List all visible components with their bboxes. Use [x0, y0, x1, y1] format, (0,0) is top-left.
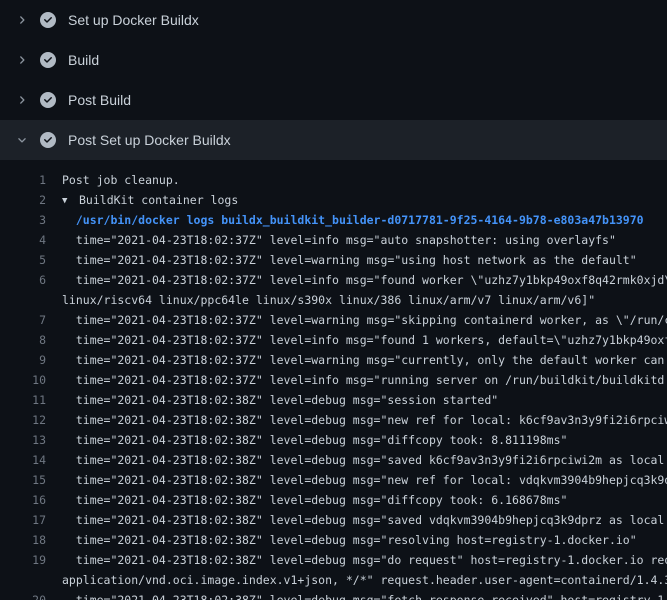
line-number[interactable]: 4 — [0, 230, 46, 250]
log-line: 18 time="2021-04-23T18:02:38Z" level=deb… — [0, 530, 667, 550]
chevron-icon — [14, 12, 30, 28]
line-number[interactable]: 17 — [0, 510, 46, 530]
line-text: time="2021-04-23T18:02:38Z" level=debug … — [46, 410, 667, 430]
log-line: 9 time="2021-04-23T18:02:37Z" level=warn… — [0, 350, 667, 370]
line-number[interactable]: 6 — [0, 270, 46, 290]
line-number[interactable]: 14 — [0, 450, 46, 470]
log-line: application/vnd.oci.image.index.v1+json,… — [0, 570, 667, 590]
chevron-icon — [14, 52, 30, 68]
log-line: 20 time="2021-04-23T18:02:38Z" level=deb… — [0, 590, 667, 600]
chevron-icon — [14, 92, 30, 108]
log-line: 8 time="2021-04-23T18:02:37Z" level=info… — [0, 330, 667, 350]
log-line: 11 time="2021-04-23T18:02:38Z" level=deb… — [0, 390, 667, 410]
log-line: 12 time="2021-04-23T18:02:38Z" level=deb… — [0, 410, 667, 430]
line-number[interactable]: 12 — [0, 410, 46, 430]
step-row[interactable]: Post Build — [0, 80, 667, 120]
line-text: time="2021-04-23T18:02:37Z" level=info m… — [46, 370, 667, 390]
check-circle-icon — [40, 12, 56, 28]
log-line: 16 time="2021-04-23T18:02:38Z" level=deb… — [0, 490, 667, 510]
line-number[interactable]: 1 — [0, 170, 46, 190]
check-circle-icon — [40, 132, 56, 148]
log-line: 6 time="2021-04-23T18:02:37Z" level=info… — [0, 270, 667, 290]
log-group-line: 2 ▼ BuildKit container logs — [0, 190, 667, 210]
step-row[interactable]: Post Set up Docker Buildx — [0, 120, 667, 160]
log-line: 4 time="2021-04-23T18:02:37Z" level=info… — [0, 230, 667, 250]
line-text: ▼ BuildKit container logs — [46, 190, 238, 210]
log-line: 14 time="2021-04-23T18:02:38Z" level=deb… — [0, 450, 667, 470]
log-line: 3 /usr/bin/docker logs buildx_buildkit_b… — [0, 210, 667, 230]
group-title[interactable]: BuildKit container logs — [79, 193, 238, 207]
line-text: time="2021-04-23T18:02:38Z" level=debug … — [46, 550, 667, 570]
line-number[interactable]: 3 — [0, 210, 46, 230]
line-number[interactable]: 11 — [0, 390, 46, 410]
chevron-right-icon — [17, 15, 27, 25]
log-output: 1 Post job cleanup. 2 ▼ BuildKit containe… — [0, 160, 667, 600]
step-list: Set up Docker Buildx Build — [0, 0, 667, 160]
line-text: time="2021-04-23T18:02:37Z" level=warnin… — [46, 310, 667, 330]
log-line: linux/riscv64 linux/ppc64le linux/s390x … — [0, 290, 667, 310]
line-text: time="2021-04-23T18:02:38Z" level=debug … — [46, 470, 667, 490]
chevron-right-icon — [17, 55, 27, 65]
log-line: 13 time="2021-04-23T18:02:38Z" level=deb… — [0, 430, 667, 450]
line-number[interactable]: 7 — [0, 310, 46, 330]
line-text: time="2021-04-23T18:02:37Z" level=info m… — [46, 330, 667, 350]
check-circle-icon — [40, 92, 56, 108]
line-text: Post job cleanup. — [46, 170, 180, 190]
log-line: 17 time="2021-04-23T18:02:38Z" level=deb… — [0, 510, 667, 530]
line-text: time="2021-04-23T18:02:38Z" level=debug … — [46, 530, 637, 550]
line-text: linux/riscv64 linux/ppc64le linux/s390x … — [46, 290, 595, 310]
line-number[interactable]: 16 — [0, 490, 46, 510]
line-text: time="2021-04-23T18:02:38Z" level=debug … — [46, 590, 667, 600]
line-number[interactable]: 8 — [0, 330, 46, 350]
line-number[interactable] — [0, 570, 46, 590]
check-circle-icon — [40, 52, 56, 68]
line-number[interactable] — [0, 290, 46, 310]
line-text: application/vnd.oci.image.index.v1+json,… — [46, 570, 667, 590]
chevron-right-icon — [17, 95, 27, 105]
line-number[interactable]: 5 — [0, 250, 46, 270]
step-label: Set up Docker Buildx — [68, 12, 199, 28]
log-line: 5 time="2021-04-23T18:02:37Z" level=warn… — [0, 250, 667, 270]
step-row[interactable]: Set up Docker Buildx — [0, 0, 667, 40]
line-number[interactable]: 18 — [0, 530, 46, 550]
chevron-icon — [14, 132, 30, 148]
log-line: 19 time="2021-04-23T18:02:38Z" level=deb… — [0, 550, 667, 570]
step-row[interactable]: Build — [0, 40, 667, 80]
line-text: time="2021-04-23T18:02:38Z" level=debug … — [46, 510, 667, 530]
log-line: 7 time="2021-04-23T18:02:37Z" level=warn… — [0, 310, 667, 330]
line-number[interactable]: 20 — [0, 590, 46, 600]
log-line: 10 time="2021-04-23T18:02:37Z" level=inf… — [0, 370, 667, 390]
step-label: Post Set up Docker Buildx — [68, 132, 231, 148]
step-label: Post Build — [68, 92, 131, 108]
log-line: 1 Post job cleanup. — [0, 170, 667, 190]
line-number[interactable]: 19 — [0, 550, 46, 570]
line-text: time="2021-04-23T18:02:38Z" level=debug … — [46, 390, 498, 410]
line-text: /usr/bin/docker logs buildx_buildkit_bui… — [46, 210, 644, 230]
line-number[interactable]: 2 — [0, 190, 46, 210]
step-label: Build — [68, 52, 99, 68]
line-number[interactable]: 10 — [0, 370, 46, 390]
chevron-down-icon — [17, 135, 27, 145]
line-text: time="2021-04-23T18:02:37Z" level=info m… — [46, 270, 667, 290]
line-number[interactable]: 13 — [0, 430, 46, 450]
line-number[interactable]: 15 — [0, 470, 46, 490]
line-text: time="2021-04-23T18:02:37Z" level=info m… — [46, 230, 616, 250]
line-number[interactable]: 9 — [0, 350, 46, 370]
line-text: time="2021-04-23T18:02:37Z" level=warnin… — [46, 350, 667, 370]
line-text: time="2021-04-23T18:02:38Z" level=debug … — [46, 430, 567, 450]
line-text: time="2021-04-23T18:02:38Z" level=debug … — [46, 490, 567, 510]
triangle-down-icon[interactable]: ▼ — [62, 191, 74, 210]
line-text: time="2021-04-23T18:02:37Z" level=warnin… — [46, 250, 637, 270]
log-line: 15 time="2021-04-23T18:02:38Z" level=deb… — [0, 470, 667, 490]
line-text: time="2021-04-23T18:02:38Z" level=debug … — [46, 450, 667, 470]
workflow-log-viewer: Set up Docker Buildx Build — [0, 0, 667, 600]
